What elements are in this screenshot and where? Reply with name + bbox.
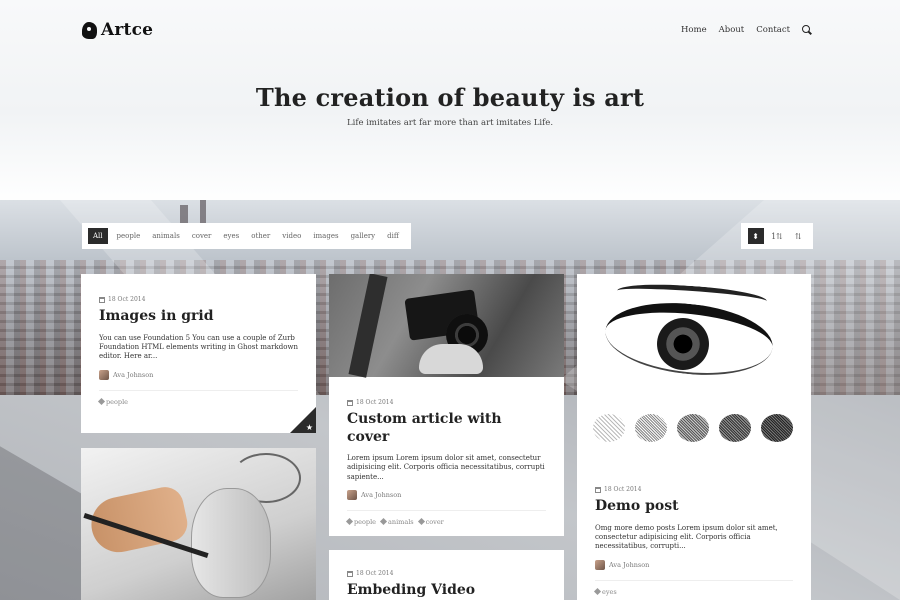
logo-text: Artce (101, 20, 154, 40)
author-name: Ava Johnson (361, 491, 402, 500)
tag-eyes[interactable]: eyes (593, 587, 617, 596)
calendar-icon (595, 486, 601, 493)
post-date-text: 18 Oct 2014 (356, 570, 394, 577)
post-date: 18 Oct 2014 (595, 486, 793, 493)
post-card-embeding-video[interactable]: 18 Oct 2014 Embeding Video (329, 550, 564, 600)
filter-video[interactable]: video (276, 232, 307, 240)
filter-other[interactable]: other (245, 232, 276, 240)
sort-numeric-desc-icon[interactable]: ⇅ (790, 228, 806, 244)
category-filter-bar: All people animals cover eyes other vide… (82, 223, 411, 249)
post-author[interactable]: Ava Johnson (347, 490, 546, 501)
tag-icon (379, 518, 388, 526)
nav-about-link[interactable]: About (719, 25, 745, 35)
post-author[interactable]: Ava Johnson (595, 559, 793, 570)
post-cover-image[interactable] (329, 274, 564, 378)
post-excerpt: You can use Foundation 5 You can use a c… (99, 333, 298, 361)
sort-numeric-asc-icon[interactable]: 1⇅ (769, 228, 785, 244)
post-title[interactable]: Custom article with cover (347, 411, 546, 446)
post-card-body: 18 Oct 2014 Demo post Omg more demo post… (577, 454, 811, 596)
tag-icon (345, 518, 354, 526)
hero-subtitle: Life imitates art far more than art imit… (346, 118, 554, 128)
pencil-swatch (593, 414, 625, 442)
nav-home-link[interactable]: Home (681, 25, 707, 35)
pencil-swatch (719, 414, 751, 442)
filter-all[interactable]: All (88, 228, 108, 244)
avatar (347, 490, 357, 501)
post-image-sketch[interactable] (81, 448, 316, 600)
post-card-custom-article[interactable]: 18 Oct 2014 Custom article with cover Lo… (329, 274, 564, 536)
divider (595, 579, 793, 581)
tag-icon (417, 518, 425, 526)
post-title[interactable]: Embeding Video (347, 582, 546, 600)
tag-icon (97, 397, 106, 405)
calendar-icon (99, 296, 105, 303)
author-name: Ava Johnson (113, 370, 154, 379)
calendar-icon (347, 570, 353, 577)
filter-images[interactable]: images (307, 232, 344, 240)
eye-iris (657, 318, 709, 370)
post-date-text: 18 Oct 2014 (604, 486, 642, 493)
avatar (595, 559, 605, 570)
post-image-eye[interactable] (577, 274, 810, 454)
tag-label: eyes (602, 587, 617, 596)
search-icon[interactable] (802, 25, 812, 35)
tag-label: cover (425, 518, 444, 527)
filter-gallery[interactable]: gallery (345, 232, 382, 240)
tag-people[interactable]: people (97, 397, 129, 406)
filter-diff[interactable]: diff (381, 232, 405, 240)
post-card-sketch[interactable] (81, 448, 316, 600)
sort-icon[interactable]: ⬍ (747, 228, 764, 244)
nav-contact-link[interactable]: Contact (756, 25, 790, 35)
post-card-demo-post[interactable]: 18 Oct 2014 Demo post Omg more demo post… (577, 274, 811, 600)
tag-animals[interactable]: animals (379, 518, 414, 527)
post-author[interactable]: Ava Johnson (99, 369, 298, 380)
post-title[interactable]: Demo post (595, 498, 793, 516)
post-card-body: 18 Oct 2014 Custom article with cover Lo… (329, 377, 564, 526)
star-icon: ★ (305, 423, 313, 432)
post-date: 18 Oct 2014 (347, 570, 546, 577)
camera-strap (348, 274, 388, 378)
pencil-swatch (761, 414, 793, 442)
tag-label: people (106, 397, 129, 406)
filter-people[interactable]: people (111, 232, 147, 240)
post-card-images-in-grid[interactable]: 18 Oct 2014 Images in grid You can use F… (81, 274, 316, 433)
post-date-text: 18 Oct 2014 (108, 296, 146, 303)
pencil-swatch (635, 414, 667, 442)
tag-label: animals (388, 518, 414, 527)
post-excerpt: Lorem ipsum Lorem ipsum dolor sit amet, … (347, 454, 545, 481)
hero-title: The creation of beauty is art (255, 83, 645, 112)
hand (419, 344, 483, 374)
post-date: 18 Oct 2014 (347, 399, 546, 406)
tag-icon (593, 587, 602, 595)
avatar (99, 369, 109, 380)
palette-icon (82, 21, 97, 39)
filter-animals[interactable]: animals (146, 232, 186, 240)
filter-eyes[interactable]: eyes (217, 232, 245, 240)
tag-cover[interactable]: cover (417, 518, 444, 527)
filter-cover[interactable]: cover (186, 232, 218, 240)
post-date-text: 18 Oct 2014 (356, 399, 394, 406)
sketch-face (191, 488, 271, 598)
tag-people[interactable]: people (345, 518, 377, 527)
top-navigation: Home About Contact (681, 25, 812, 35)
divider (99, 389, 298, 391)
hero-section: Artce Home About Contact The creation of… (0, 0, 900, 205)
site-logo[interactable]: Artce (82, 20, 153, 40)
post-tags: eyes (593, 587, 793, 596)
post-title[interactable]: Images in grid (99, 308, 298, 326)
calendar-icon (347, 399, 353, 406)
post-tags: people animals cover (345, 518, 546, 527)
author-name: Ava Johnson (609, 560, 650, 569)
tag-label: people (354, 518, 377, 527)
sort-controls: ⬍ 1⇅ ⇅ (741, 223, 813, 249)
post-date: 18 Oct 2014 (99, 296, 298, 303)
pencil-swatch (677, 414, 709, 442)
post-tags: people (97, 397, 298, 406)
post-excerpt: Omg more demo posts Lorem ipsum dolor si… (595, 523, 778, 551)
divider (347, 510, 546, 512)
